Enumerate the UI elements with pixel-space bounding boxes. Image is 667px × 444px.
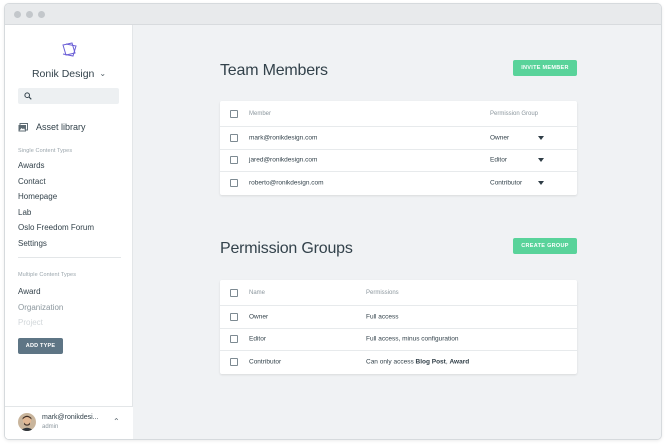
row-checkbox[interactable] [230,335,238,344]
avatar [18,413,36,431]
permission-award: Award [449,358,470,366]
asset-library-label: Asset library [36,122,86,132]
chevron-up-icon[interactable]: ⌃ [113,417,120,426]
dropdown-caret-icon[interactable] [538,181,544,186]
table-row: jared@ronikdesign.com Editor [220,150,577,172]
workspace-name: Ronik Design [31,68,95,80]
add-type-button[interactable]: ADD TYPE [18,338,63,354]
window-zoom-dot[interactable] [38,11,45,18]
main-content: Team Members INVITE MEMBER Member Permis… [133,25,661,439]
member-email: mark@ronikdesign.com [249,134,318,142]
dropdown-caret-icon[interactable] [538,135,544,140]
select-all-checkbox[interactable] [230,288,238,297]
nav-item-oslo-freedom-forum[interactable]: Oslo Freedom Forum [18,223,94,232]
permission-groups-title: Permission Groups [220,240,353,257]
sidebar-divider [18,257,121,258]
user-role: admin [42,424,59,430]
row-checkbox[interactable] [230,179,238,188]
column-header-permission-group: Permission Group [490,110,539,117]
nav-item-project[interactable]: Project [18,318,43,327]
permissions-prefix: Can only access [366,358,416,366]
team-members-title: Team Members [220,62,328,79]
permission-group-select[interactable]: Editor [490,157,507,164]
table-row: mark@ronikdesign.com Owner [220,127,577,150]
member-email: roberto@ronikdesign.com [249,179,324,187]
search-input[interactable] [18,88,119,104]
workspace-switcher[interactable]: Ronik Design ⌄ [5,68,133,80]
column-header-member: Member [249,110,272,117]
group-permissions: Full access [366,313,399,321]
table-row: Contributor Can only access Blog Post, A… [220,351,577,374]
group-permissions: Can only access Blog Post, Award [366,359,469,366]
chevron-down-icon: ⌄ [99,69,107,78]
user-menu[interactable]: mark@ronikdesi... admin ⌃ [5,406,133,439]
select-all-checkbox[interactable] [230,109,238,118]
column-header-permissions: Permissions [366,289,399,296]
nav-item-contact[interactable]: Contact [18,177,46,186]
row-checkbox[interactable] [230,133,238,142]
group-name: Editor [249,335,266,343]
app-logo-icon [62,42,77,57]
group-name: Owner [249,313,269,321]
window-close-dot[interactable] [14,11,21,18]
window-minimize-dot[interactable] [26,11,33,18]
user-email: mark@ronikdesi... [42,414,99,421]
multiple-content-types-heading: Multiple Content Types [18,272,77,278]
group-permissions: Full access, minus configuration [366,335,459,343]
nav-item-organization[interactable]: Organization [18,303,63,312]
nav-item-awards[interactable]: Awards [18,161,45,170]
row-checkbox[interactable] [230,358,238,367]
row-checkbox[interactable] [230,156,238,165]
table-header-row: Member Permission Group [220,101,577,127]
sidebar: Ronik Design ⌄ Asset library Single Cont… [5,25,133,439]
dropdown-caret-icon[interactable] [538,158,544,163]
window-titlebar [5,4,661,25]
permission-blog-post: Blog Post [415,358,446,366]
table-header-row: Name Permissions [220,280,577,306]
image-library-icon [18,122,28,131]
permission-group-select[interactable]: Contributor [490,180,522,187]
team-members-table: Member Permission Group mark@ronikdesign… [220,101,577,195]
table-row: Editor Full access, minus configuration [220,329,577,351]
nav-item-settings[interactable]: Settings [18,239,47,248]
search-icon [24,92,32,100]
column-header-name: Name [249,289,266,296]
member-email: jared@ronikdesign.com [249,156,318,164]
browser-window: Ronik Design ⌄ Asset library Single Cont… [4,3,662,440]
single-content-types-heading: Single Content Types [18,148,73,154]
group-name: Contributor [249,358,282,366]
nav-item-lab[interactable]: Lab [18,208,31,217]
table-row: roberto@ronikdesign.com Contributor [220,172,577,195]
invite-member-button[interactable]: INVITE MEMBER [513,60,577,76]
asset-library-link[interactable]: Asset library [18,120,86,134]
permission-groups-table: Name Permissions Owner Full access Edito… [220,280,577,374]
permission-group-select[interactable]: Owner [490,134,509,141]
nav-item-award[interactable]: Award [18,287,41,296]
nav-item-homepage[interactable]: Homepage [18,192,57,201]
create-group-button[interactable]: CREATE GROUP [513,238,577,254]
table-row: Owner Full access [220,306,577,329]
row-checkbox[interactable] [230,312,238,321]
